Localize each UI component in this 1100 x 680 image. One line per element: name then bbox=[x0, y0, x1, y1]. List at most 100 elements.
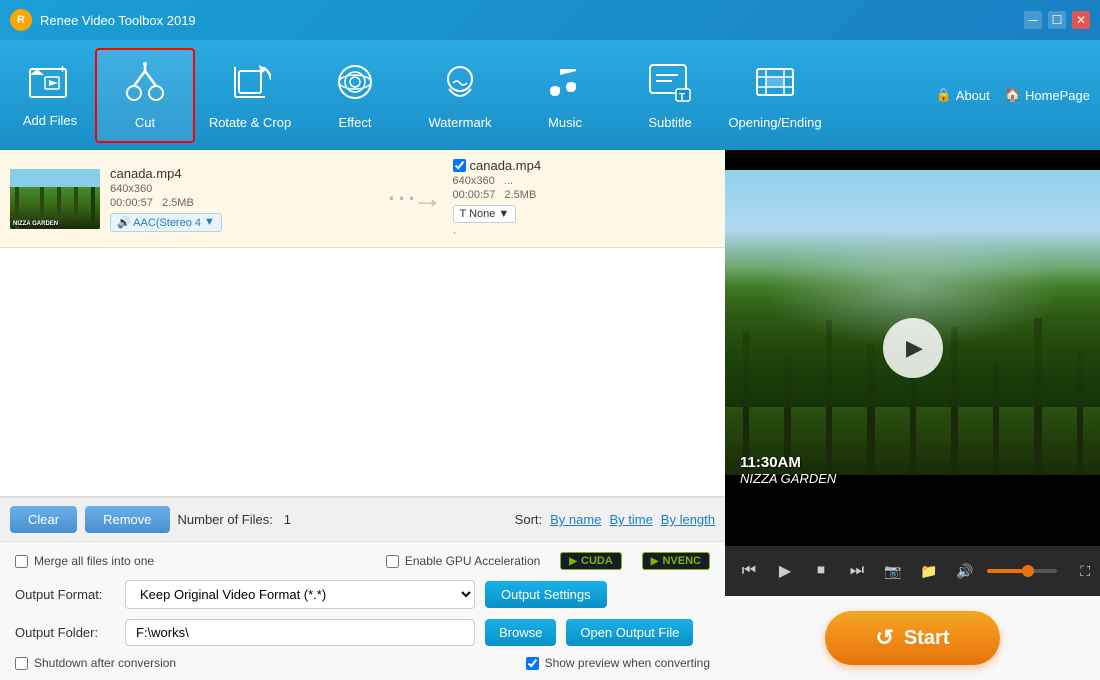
volume-slider[interactable] bbox=[987, 569, 1057, 573]
file-list: NIZZA GARDEN canada.mp4 640x360 00:00:57… bbox=[0, 150, 725, 497]
home-icon: 🏠 bbox=[1005, 87, 1021, 103]
output-checkbox[interactable] bbox=[453, 159, 466, 172]
bottom-controls: Clear Remove Number of Files: 1 Sort: By… bbox=[0, 497, 725, 541]
options-panel: Merge all files into one Enable GPU Acce… bbox=[0, 541, 725, 680]
merge-checkbox-label[interactable]: Merge all files into one bbox=[15, 554, 154, 568]
options-row-1: Merge all files into one Enable GPU Acce… bbox=[15, 552, 710, 570]
open-output-button[interactable]: Open Output File bbox=[566, 619, 693, 646]
opening-ending-icon bbox=[754, 61, 796, 109]
subtitle-label: Subtitle bbox=[648, 115, 691, 130]
start-icon: ↺ bbox=[875, 625, 893, 651]
rotate-crop-icon bbox=[229, 61, 271, 109]
output-settings-button[interactable]: Output Settings bbox=[485, 581, 607, 608]
remove-button[interactable]: Remove bbox=[85, 506, 169, 533]
cuda-badge[interactable]: ▶ CUDA bbox=[560, 552, 621, 570]
gpu-checkbox[interactable] bbox=[386, 555, 399, 568]
video-time: 11:30AM bbox=[740, 454, 836, 471]
skip-forward-btn[interactable]: ⏭ bbox=[843, 557, 871, 585]
toolbar-item-opening-ending[interactable]: Opening/Ending bbox=[725, 48, 825, 143]
open-folder-btn[interactable]: 📁 bbox=[915, 557, 943, 585]
lock-icon: 🔒 bbox=[936, 87, 952, 103]
video-preview: 11:30AM NIZZA GARDEN ▶ bbox=[725, 150, 1100, 546]
audio-badge[interactable]: 🔊 AAC(Stereo 4 ▼ bbox=[110, 213, 222, 232]
shutdown-checkbox-label[interactable]: Shutdown after conversion bbox=[15, 656, 176, 670]
music-icon bbox=[544, 61, 586, 109]
volume-icon-btn[interactable]: 🔊 bbox=[951, 557, 979, 585]
window-minimize-btn[interactable]: ─ bbox=[1024, 11, 1042, 29]
sort-by-time[interactable]: By time bbox=[609, 512, 652, 527]
merge-checkbox[interactable] bbox=[15, 555, 28, 568]
stop-btn[interactable]: ⏹ bbox=[807, 557, 835, 585]
right-panel: 11:30AM NIZZA GARDEN ▶ ⏮ ▶ ⏹ ⏭ 📷 📁 🔊 ⛶ ↺… bbox=[725, 150, 1100, 680]
toolbar-right-links: 🔒 About 🏠 HomePage bbox=[936, 87, 1090, 103]
svg-text:+: + bbox=[59, 63, 66, 76]
opening-ending-label: Opening/Ending bbox=[728, 115, 821, 130]
video-controls: ⏮ ▶ ⏹ ⏭ 📷 📁 🔊 ⛶ bbox=[725, 546, 1100, 596]
about-link[interactable]: 🔒 About bbox=[936, 87, 990, 103]
folder-label: Output Folder: bbox=[15, 625, 115, 640]
add-files-label: Add Files bbox=[23, 113, 77, 128]
clear-button[interactable]: Clear bbox=[10, 506, 77, 533]
subtitle-icon: T bbox=[648, 61, 692, 109]
toolbar-item-effect[interactable]: Effect bbox=[305, 48, 405, 143]
folder-input[interactable] bbox=[125, 619, 475, 646]
music-label: Music bbox=[548, 115, 582, 130]
expand-btn[interactable]: ⛶ bbox=[1080, 563, 1090, 580]
output-resolution: 640x360 ... bbox=[453, 175, 716, 187]
homepage-link[interactable]: 🏠 HomePage bbox=[1005, 87, 1090, 103]
shutdown-row: Shutdown after conversion Show preview w… bbox=[15, 656, 710, 670]
cut-icon bbox=[124, 61, 166, 109]
subtitle-arrow-icon: ▼ bbox=[498, 208, 509, 220]
toolbar-item-add-files[interactable]: + Add Files bbox=[10, 48, 90, 143]
effect-label: Effect bbox=[338, 115, 371, 130]
audio-dropdown-arrow: ▼ bbox=[204, 216, 215, 228]
watermark-label: Watermark bbox=[428, 115, 491, 130]
folder-row: Output Folder: Browse Open Output File bbox=[15, 619, 710, 646]
rotate-crop-label: Rotate & Crop bbox=[209, 115, 291, 130]
toolbar-item-cut[interactable]: Cut bbox=[95, 48, 195, 143]
output-more-btn[interactable]: ... bbox=[504, 175, 513, 187]
window-maximize-btn[interactable]: ☐ bbox=[1048, 11, 1066, 29]
start-label: Start bbox=[904, 627, 950, 650]
video-overlay-text: 11:30AM NIZZA GARDEN bbox=[740, 454, 836, 486]
input-duration-size: 00:00:57 2.5MB bbox=[110, 197, 373, 209]
left-panel: NIZZA GARDEN canada.mp4 640x360 00:00:57… bbox=[0, 150, 725, 680]
sort-by-name[interactable]: By name bbox=[550, 512, 601, 527]
add-files-icon: + bbox=[29, 63, 71, 107]
skip-back-btn[interactable]: ⏮ bbox=[735, 557, 763, 585]
format-select[interactable]: Keep Original Video Format (*.*) bbox=[125, 580, 475, 609]
sort-label: Sort: bbox=[515, 512, 542, 527]
convert-arrow: ⋯→ bbox=[383, 181, 443, 216]
browse-button[interactable]: Browse bbox=[485, 619, 556, 646]
gpu-checkbox-label[interactable]: Enable GPU Acceleration bbox=[386, 554, 540, 568]
window-controls[interactable]: ─ ☐ ✕ bbox=[1024, 11, 1090, 29]
video-top-bar bbox=[725, 150, 1100, 170]
subtitle-dropdown[interactable]: T None ▼ bbox=[453, 205, 517, 223]
sort-by-length[interactable]: By length bbox=[661, 512, 715, 527]
show-preview-checkbox-label[interactable]: Show preview when converting bbox=[526, 656, 710, 670]
toolbar-item-music[interactable]: Music bbox=[515, 48, 615, 143]
start-button[interactable]: ↺ Start bbox=[825, 611, 999, 665]
nvenc-badge[interactable]: ▶ NVENC bbox=[642, 552, 710, 570]
start-section: ↺ Start bbox=[725, 596, 1100, 680]
toolbar-item-watermark[interactable]: Watermark bbox=[410, 48, 510, 143]
toolbar-item-rotate-crop[interactable]: Rotate & Crop bbox=[200, 48, 300, 143]
table-row: NIZZA GARDEN canada.mp4 640x360 00:00:57… bbox=[0, 150, 725, 248]
output-checkbox-row[interactable]: canada.mp4 bbox=[453, 158, 716, 173]
show-preview-checkbox[interactable] bbox=[526, 657, 539, 670]
shutdown-checkbox[interactable] bbox=[15, 657, 28, 670]
main-area: NIZZA GARDEN canada.mp4 640x360 00:00:57… bbox=[0, 150, 1100, 680]
output-dash: - bbox=[453, 227, 716, 239]
title-bar: R Renee Video Toolbox 2019 ─ ☐ ✕ bbox=[0, 0, 1100, 40]
window-close-btn[interactable]: ✕ bbox=[1072, 11, 1090, 29]
output-subtitle-row: T None ▼ bbox=[453, 205, 716, 223]
svg-text:T: T bbox=[679, 92, 685, 103]
video-location: NIZZA GARDEN bbox=[740, 471, 836, 486]
play-button[interactable]: ▶ bbox=[883, 318, 943, 378]
toolbar-item-subtitle[interactable]: T Subtitle bbox=[620, 48, 720, 143]
toolbar: + Add Files Cut bbox=[0, 40, 1100, 150]
file-output: canada.mp4 640x360 ... 00:00:57 2.5MB bbox=[453, 158, 716, 239]
input-filename: canada.mp4 bbox=[110, 166, 373, 181]
screenshot-btn[interactable]: 📷 bbox=[879, 557, 907, 585]
play-pause-btn[interactable]: ▶ bbox=[771, 557, 799, 585]
